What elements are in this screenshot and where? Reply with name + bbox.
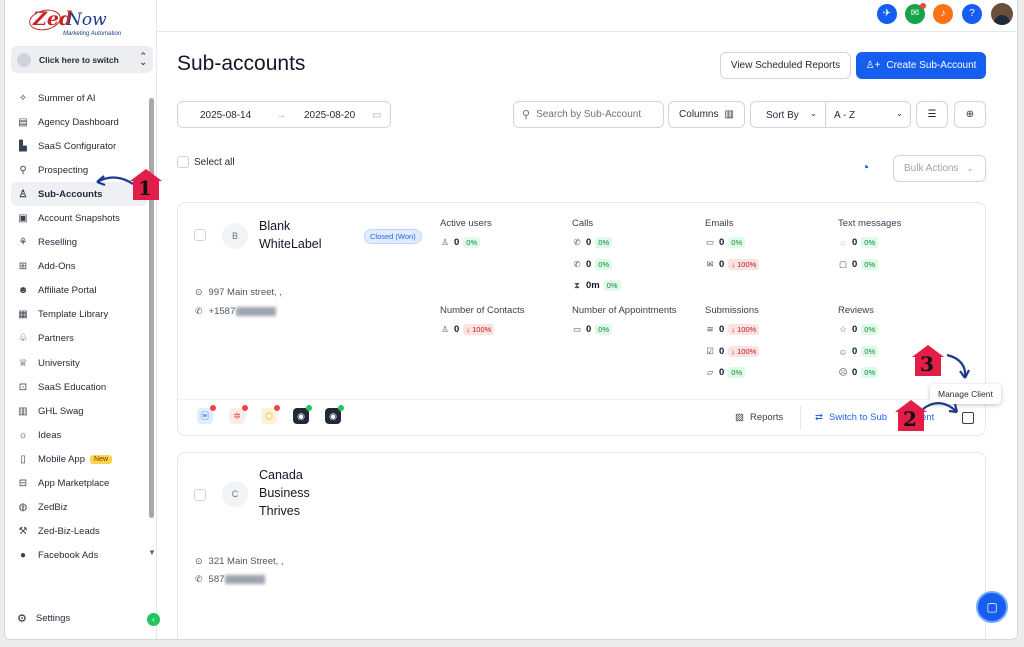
annotation-arrows: [96, 175, 970, 414]
step-number: 2: [903, 407, 917, 431]
app-window: Zed Now Marketing Automation Click here …: [4, 0, 1018, 640]
step-marker-1: 1: [130, 169, 162, 200]
chat-icon: ▢: [986, 600, 998, 614]
chat-widget-button[interactable]: ▢: [976, 591, 1008, 623]
step-number: 1: [138, 176, 152, 200]
step-number: 3: [920, 352, 934, 376]
step-marker-2: 2: [895, 400, 927, 431]
step-marker-3: 3: [912, 345, 944, 376]
